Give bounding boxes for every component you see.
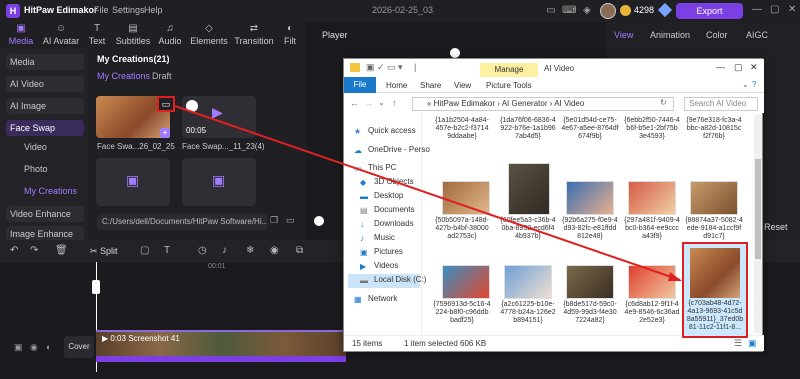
- annotation-arrow: [174, 105, 682, 281]
